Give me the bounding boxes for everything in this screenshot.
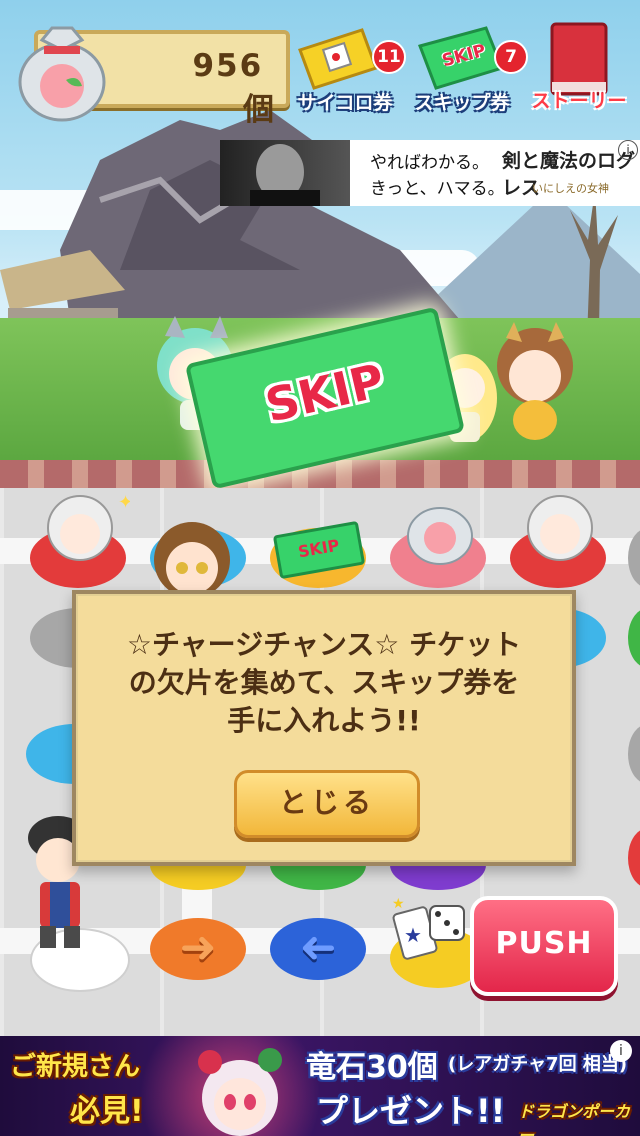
white-hair-character-piece [527, 495, 593, 561]
coin-unit: 個 [243, 92, 276, 128]
ad-main-note: (レアガチャ7回 相当) [448, 1054, 628, 1075]
svg-text:✦: ✦ [118, 492, 130, 513]
coin-value: 956 個 [148, 48, 276, 129]
board-tile-gray [628, 724, 640, 784]
dice-ticket-count-badge: 11 [372, 40, 406, 74]
ad-info-icon[interactable]: i [610, 1040, 632, 1062]
dialog-line-2: の欠片を集めて、スキップ券を [128, 666, 520, 699]
dice-ticket-label: サイコロ券 [297, 92, 393, 114]
coin-amount: 956 [192, 48, 264, 84]
ad-main-line-2: プレゼント!! [316, 1092, 506, 1130]
white-hair-character-piece: ✦ [47, 492, 130, 561]
close-button[interactable]: とじる [234, 770, 420, 838]
dialog-line-1: ☆チャージチャンス☆ チケット [126, 628, 522, 661]
info-dialog: ☆チャージチャンス☆ チケット の欠片を集めて、スキップ券を 手に入れよう!! … [72, 590, 576, 866]
svg-text:★: ★ [392, 896, 405, 912]
story-label: ストーリー [531, 90, 627, 112]
ad-brand-sub: いにしえの女神 [532, 182, 609, 195]
ad-tagline-1: やればわかる。 [370, 153, 489, 173]
top-ad-banner[interactable]: やればわかる。 きっと、ハマる。 剣と魔法のログレス いにしえの女神 i [220, 140, 640, 206]
ad-photo [220, 140, 350, 206]
board-tile-green [628, 608, 640, 668]
bottom-ad-banner[interactable]: ご新規さん 必見! 竜石30個 (レアガチャ7回 相当) プレゼント!! ドラゴ… [0, 1036, 640, 1136]
skip-ticket-count-badge: 7 [494, 40, 528, 74]
board-tile-orange-arrow: ➜ [150, 918, 246, 980]
arrow-right-icon: ➜ [179, 922, 217, 973]
ad-main-line-1: 竜石30個 [306, 1050, 438, 1085]
dice-ticket-icon [298, 28, 378, 90]
skip-ticket-button[interactable]: SKIP 7 スキップ券 [410, 26, 528, 114]
story-book-icon [550, 22, 608, 96]
dialog-line-3: 手に入れよう!! [227, 704, 421, 737]
dice-ticket-button[interactable]: 11 サイコロ券 [290, 28, 406, 114]
dialog-message: ☆チャージチャンス☆ チケット の欠片を集めて、スキップ券を 手に入れよう!! [96, 626, 552, 740]
svg-text:★: ★ [404, 923, 422, 947]
arrow-left-icon: ➜ [299, 922, 337, 973]
board-tile-red [628, 828, 640, 888]
ad-brand-logo: ドラゴンポーカー [518, 1102, 631, 1136]
board-tile-gray [628, 528, 640, 588]
skip-ticket-label: スキップ券 [414, 92, 510, 114]
ad-left-line-1: ご新規さん [10, 1052, 141, 1082]
ad-info-icon[interactable]: i [618, 140, 638, 160]
dice-cards-icon: ★ ★ [392, 896, 465, 960]
peach-bag-piece [407, 507, 473, 565]
ad-tagline-2: きっと、ハマる。 [370, 179, 505, 199]
push-button[interactable]: PUSH [470, 896, 618, 996]
ad-left-line-2: 必見! [70, 1094, 144, 1129]
peach-bag-icon [18, 26, 106, 122]
brown-hair-character [497, 322, 573, 440]
board-tile-blue-arrow: ➜ [270, 918, 366, 980]
story-button[interactable]: ストーリー [524, 22, 634, 112]
ad-character-art [198, 1048, 282, 1136]
skip-ticket-large-text: SKIP [260, 353, 390, 433]
actor-silhouette [250, 144, 320, 206]
